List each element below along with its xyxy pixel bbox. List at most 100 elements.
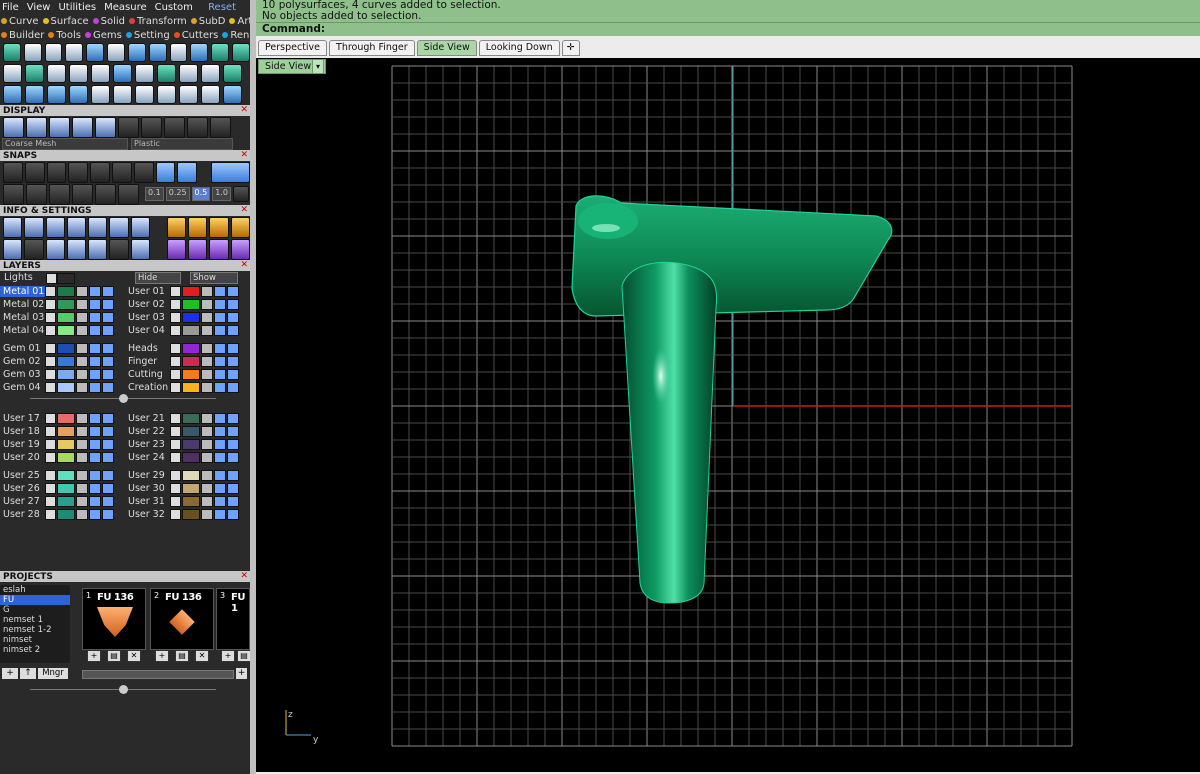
layer-row[interactable]: Heads: [125, 342, 240, 355]
snap-quad-icon[interactable]: [133, 161, 154, 183]
layer-row[interactable]: User 04: [125, 324, 240, 337]
layer-name[interactable]: User 19: [0, 439, 45, 450]
close-icon[interactable]: ✕: [240, 205, 248, 215]
layer-color-swatch[interactable]: [182, 325, 200, 336]
layer-visible-icon[interactable]: [214, 413, 226, 424]
layer-color-swatch[interactable]: [182, 483, 200, 494]
layer-toggle[interactable]: [170, 439, 181, 450]
ortho-icon[interactable]: [49, 183, 70, 205]
layer-row[interactable]: User 22: [125, 425, 240, 438]
layer-name[interactable]: Metal 02: [0, 299, 45, 310]
lock-icon[interactable]: [201, 343, 213, 354]
layer-color-swatch[interactable]: [57, 312, 75, 323]
layer-row[interactable]: User 31: [125, 495, 240, 508]
layer-select-icon[interactable]: [227, 426, 239, 437]
tab-through-finger[interactable]: Through Finger: [329, 40, 415, 56]
layer-name[interactable]: User 27: [0, 496, 45, 507]
layer-visible-icon[interactable]: [89, 413, 101, 424]
lock-icon[interactable]: [76, 509, 88, 520]
edit-icon[interactable]: [109, 216, 129, 238]
project-thumb-1[interactable]: 1 FU 136 + ▤ ✕: [82, 588, 146, 662]
layer-color-swatch[interactable]: [57, 413, 75, 424]
map-tool-icon[interactable]: [190, 43, 209, 62]
lock-icon[interactable]: [201, 312, 213, 323]
divider-handle-icon[interactable]: [119, 394, 128, 403]
group-tool-icon[interactable]: [157, 85, 176, 104]
layer-toggle[interactable]: [45, 299, 56, 310]
snap-value-0[interactable]: 0.1: [145, 187, 164, 201]
doc-tool-icon[interactable]: [47, 64, 66, 83]
layer-name[interactable]: Heads: [125, 343, 170, 354]
layer-color-swatch[interactable]: [57, 426, 75, 437]
cat-gems[interactable]: Gems: [85, 30, 122, 41]
layer-select-icon[interactable]: [227, 382, 239, 393]
snap-near-icon[interactable]: [24, 161, 45, 183]
material-2-icon[interactable]: [164, 116, 185, 138]
layer-color-swatch[interactable]: [57, 382, 75, 393]
lock-icon[interactable]: [76, 356, 88, 367]
layer-visible-icon[interactable]: [214, 452, 226, 463]
lock-icon[interactable]: [201, 325, 213, 336]
display-wire-icon[interactable]: [95, 116, 116, 138]
layer-visible-icon[interactable]: [214, 470, 226, 481]
menu-custom[interactable]: Custom: [155, 2, 193, 13]
plugin-a-icon[interactable]: [166, 238, 187, 260]
layer-visible-icon[interactable]: [89, 483, 101, 494]
layer-name[interactable]: User 31: [125, 496, 170, 507]
layer-visible-icon[interactable]: [89, 299, 101, 310]
lock-icon[interactable]: [76, 312, 88, 323]
tool-c-icon[interactable]: [209, 216, 229, 238]
lock-icon[interactable]: [201, 413, 213, 424]
layer-row[interactable]: Finger: [125, 355, 240, 368]
layer-select-icon[interactable]: [227, 325, 239, 336]
layer-visible-icon[interactable]: [214, 286, 226, 297]
cat-subd[interactable]: SubD: [190, 16, 225, 27]
layer-toggle[interactable]: [45, 426, 56, 437]
layer-toggle[interactable]: [45, 343, 56, 354]
layer-toggle[interactable]: [170, 496, 181, 507]
layer-name[interactable]: User 24: [125, 452, 170, 463]
scale-tool-icon[interactable]: [135, 85, 154, 104]
layer-visible-icon[interactable]: [214, 325, 226, 336]
layer-select-icon[interactable]: [102, 312, 114, 323]
planar-icon[interactable]: [72, 183, 93, 205]
layer-color-swatch[interactable]: [182, 299, 200, 310]
layer-row[interactable]: Gem 02: [0, 355, 115, 368]
show-button[interactable]: Show: [190, 272, 238, 284]
menu-utilities[interactable]: Utilities: [58, 2, 96, 13]
menu-measure[interactable]: Measure: [104, 2, 147, 13]
layer-visible-icon[interactable]: [89, 312, 101, 323]
cylinder-icon[interactable]: [66, 238, 87, 260]
tab-side-view[interactable]: Side View: [416, 40, 477, 56]
lock-icon[interactable]: [76, 382, 88, 393]
elevator-icon[interactable]: [118, 183, 139, 205]
add-thumb-icon[interactable]: +: [236, 668, 247, 679]
layer-select-icon[interactable]: [102, 496, 114, 507]
layer-visible-icon[interactable]: [214, 426, 226, 437]
material-select[interactable]: Plastic: [131, 138, 233, 150]
layer-visible-icon[interactable]: [89, 452, 101, 463]
layer-name[interactable]: Gem 03: [0, 369, 45, 380]
cat-builder[interactable]: Builder: [1, 30, 44, 41]
plugin-c-icon[interactable]: [209, 238, 229, 260]
layer-select-icon[interactable]: [102, 343, 114, 354]
layer-color-swatch[interactable]: [57, 452, 75, 463]
layer-name[interactable]: Gem 04: [0, 382, 45, 393]
layer-visible-icon[interactable]: [214, 382, 226, 393]
layer-row[interactable]: User 03: [125, 311, 240, 324]
layer-visible-icon[interactable]: [214, 496, 226, 507]
lock-icon[interactable]: [201, 369, 213, 380]
layer-name[interactable]: Metal 04: [0, 325, 45, 336]
setting-tool-icon[interactable]: [69, 64, 88, 83]
settings-icon[interactable]: [3, 216, 23, 238]
layer-name[interactable]: User 30: [125, 483, 170, 494]
layer-color-swatch[interactable]: [57, 470, 75, 481]
layer-color-swatch[interactable]: [57, 286, 75, 297]
deform-tool-icon[interactable]: [201, 85, 220, 104]
layer-select-icon[interactable]: [102, 382, 114, 393]
layer-name[interactable]: User 21: [125, 413, 170, 424]
menu-file[interactable]: File: [2, 2, 19, 13]
gem-tool-icon[interactable]: [25, 64, 44, 83]
tool-b-icon[interactable]: [188, 216, 208, 238]
layer-row[interactable]: Metal 04: [0, 324, 115, 337]
